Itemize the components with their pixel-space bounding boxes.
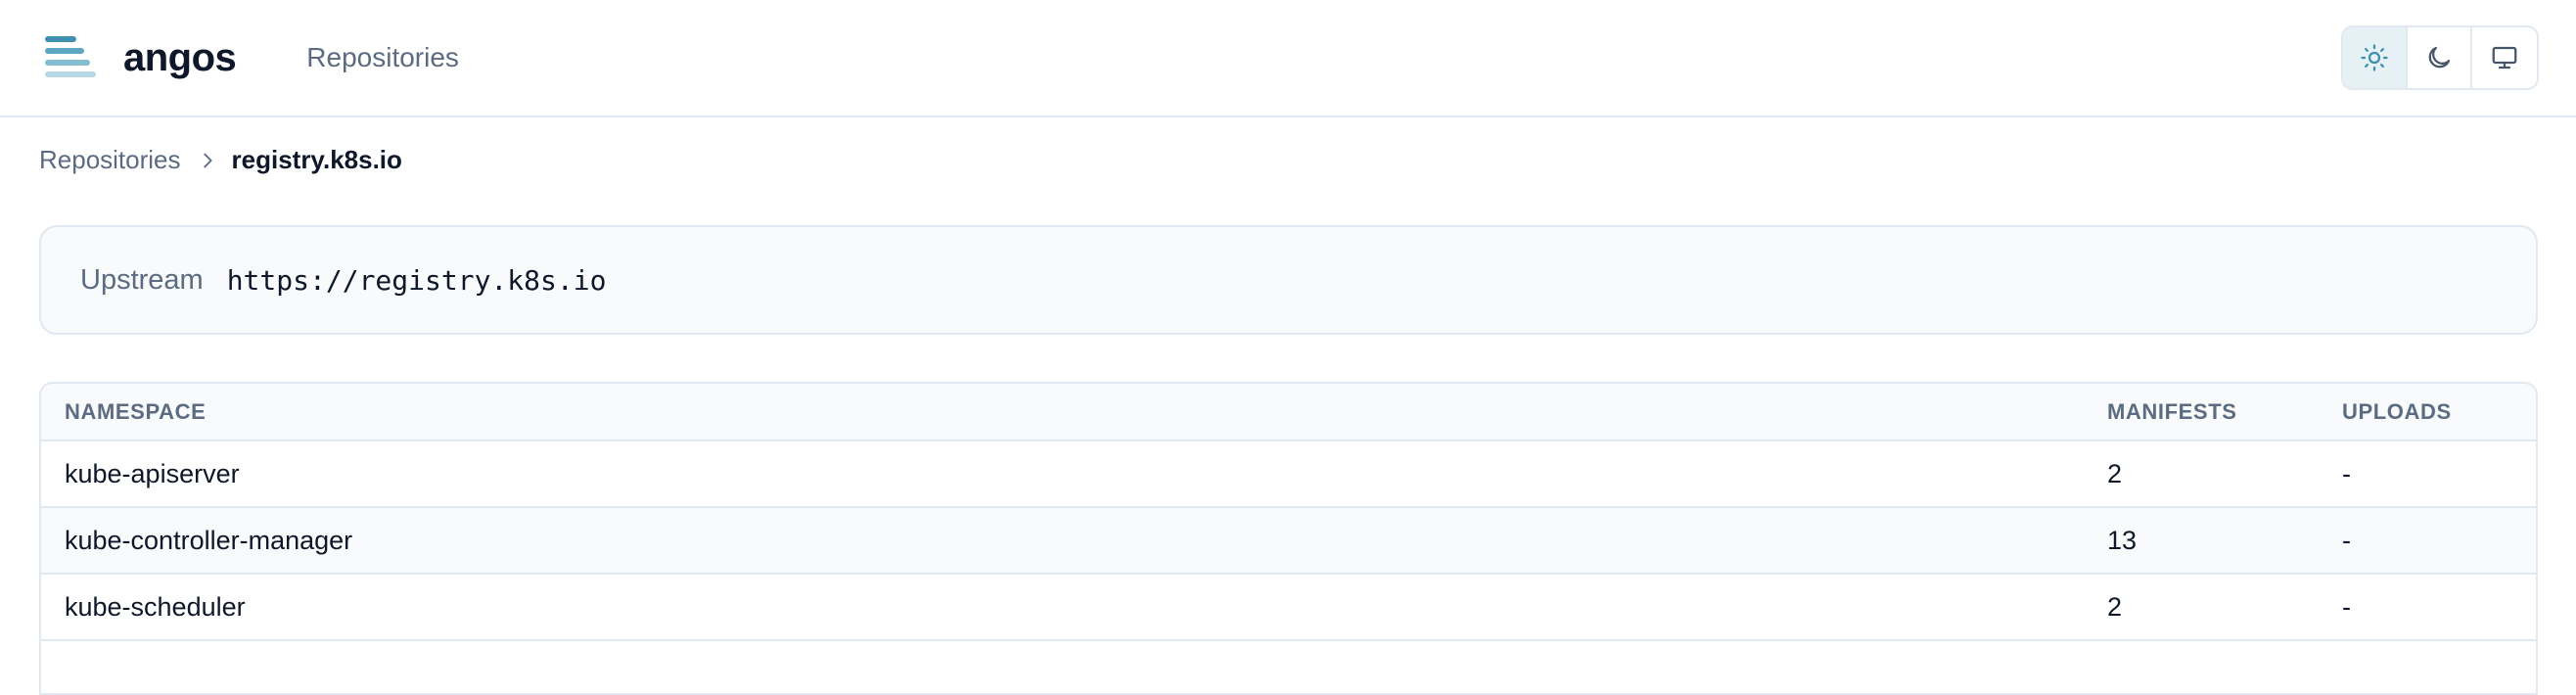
breadcrumb: Repositories registry.k8s.io <box>39 145 402 175</box>
table-row[interactable]: kube-apiserver 2 - <box>41 440 2536 507</box>
theme-switcher <box>2341 25 2539 90</box>
upstream-card: Upstream https://registry.k8s.io <box>39 225 2538 335</box>
moon-icon <box>2428 46 2451 69</box>
nav-link-repositories[interactable]: Repositories <box>306 42 459 73</box>
column-header-namespace[interactable]: NAMESPACE <box>41 384 2084 441</box>
top-navbar: angos Repositories <box>0 0 2576 117</box>
chevron-right-icon <box>197 150 218 171</box>
breadcrumb-current: registry.k8s.io <box>231 145 402 174</box>
manifests-count: 2 <box>2107 458 2123 488</box>
namespace-cell[interactable]: kube-controller-manager <box>41 507 2084 574</box>
upstream-label: Upstream <box>80 263 204 296</box>
manifests-count: 13 <box>2107 525 2138 555</box>
upstream-url: https://registry.k8s.io <box>226 263 607 297</box>
namespace-link[interactable]: kube-apiserver <box>65 459 240 488</box>
breadcrumb-repositories-link[interactable]: Repositories <box>39 145 181 175</box>
namespace-cell[interactable]: kube-scheduler <box>41 574 2084 640</box>
namespace-link[interactable]: kube-scheduler <box>65 592 246 622</box>
monitor-icon <box>2492 46 2517 70</box>
logo-icon[interactable] <box>43 36 98 79</box>
manifests-count: 2 <box>2107 591 2123 622</box>
theme-dark-button[interactable] <box>2408 27 2472 88</box>
theme-light-button[interactable] <box>2343 27 2408 88</box>
table-row[interactable]: kube-scheduler 2 - <box>41 574 2536 640</box>
brand-name[interactable]: angos <box>123 36 237 80</box>
namespace-link[interactable]: kube-controller-manager <box>65 526 352 555</box>
table-row[interactable]: kube-controller-manager 13 - <box>41 507 2536 574</box>
namespaces-table: NAMESPACE MANIFESTS UPLOADS kube-apiserv… <box>39 382 2538 695</box>
theme-system-button[interactable] <box>2472 27 2537 88</box>
namespace-cell[interactable]: kube-apiserver <box>41 440 2084 507</box>
table-header-row: NAMESPACE MANIFESTS UPLOADS <box>41 384 2536 441</box>
uploads-count: - <box>2342 458 2351 488</box>
sun-icon <box>2361 44 2388 71</box>
uploads-count: - <box>2342 525 2351 555</box>
uploads-count: - <box>2342 591 2351 622</box>
column-header-manifests[interactable]: MANIFESTS <box>2084 384 2319 441</box>
column-header-uploads[interactable]: UPLOADS <box>2319 384 2536 441</box>
